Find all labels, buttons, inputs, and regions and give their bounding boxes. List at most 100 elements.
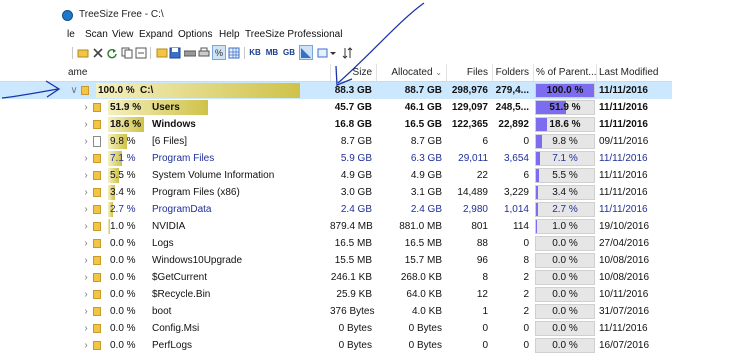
drive-icon[interactable] bbox=[183, 45, 197, 60]
expand-chevron-icon[interactable]: › bbox=[81, 116, 91, 133]
tree-row[interactable]: › 3.4 % Program Files (x86) 3.0 GB 3.1 GB 14,… bbox=[0, 184, 672, 201]
menu-view[interactable]: View bbox=[112, 29, 134, 40]
expand-chevron-icon[interactable]: › bbox=[81, 218, 91, 235]
row-name[interactable]: Program Files (x86) bbox=[152, 184, 330, 201]
row-name[interactable]: System Volume Information bbox=[152, 167, 330, 184]
row-name[interactable]: Config.Msi bbox=[152, 320, 330, 337]
column-folders-header[interactable]: Folders bbox=[492, 64, 533, 81]
tree-row[interactable]: › 0.0 % $GetCurrent 246.1 KB 268.0 KB 8 2 0.0 %… bbox=[0, 269, 672, 286]
print-icon[interactable] bbox=[197, 45, 211, 60]
column-name-header[interactable]: ame bbox=[68, 64, 328, 81]
menu-help[interactable]: Help bbox=[219, 29, 240, 40]
sort-order-icon[interactable] bbox=[341, 45, 355, 60]
menu-scan[interactable]: Scan bbox=[85, 29, 108, 40]
tree-row[interactable]: › 0.0 % PerfLogs 0 Bytes 0 Bytes 0 0 0.0 % 16/07… bbox=[0, 337, 672, 354]
expand-chevron-icon[interactable]: › bbox=[81, 337, 91, 354]
menu-file[interactable]: le bbox=[67, 29, 75, 40]
scan-drive-icon[interactable] bbox=[76, 45, 90, 60]
column-allocated-header[interactable]: Allocated ⌄ bbox=[376, 64, 446, 81]
row-folders: 22,892 bbox=[498, 119, 529, 130]
tree-row[interactable]: › 7.1 % Program Files 5.9 GB 6.3 GB 29,011 3,6… bbox=[0, 150, 672, 167]
column-divider[interactable] bbox=[533, 64, 534, 81]
row-name[interactable]: NVIDIA bbox=[152, 218, 330, 235]
collapse-tree-icon[interactable] bbox=[134, 45, 148, 60]
row-name[interactable]: Logs bbox=[152, 235, 330, 252]
delete-icon[interactable] bbox=[91, 45, 105, 60]
row-name[interactable]: C:\ bbox=[140, 82, 330, 99]
expand-chevron-icon[interactable]: › bbox=[81, 320, 91, 337]
parent-percent-bar: 0.0 % bbox=[535, 338, 595, 353]
tree-row[interactable]: › 51.9 % Users 45.7 GB 46.1 GB 129,097 248,5..… bbox=[0, 99, 672, 116]
column-files-header[interactable]: Files bbox=[446, 64, 492, 81]
row-size: 4.9 GB bbox=[340, 170, 372, 181]
expand-chevron-icon[interactable]: › bbox=[81, 201, 91, 218]
row-allocated: 16.5 GB bbox=[404, 119, 442, 130]
tree-row[interactable]: › 0.0 % $Recycle.Bin 25.9 KB 64.0 KB 12 2 0.0 %… bbox=[0, 286, 672, 303]
row-name[interactable]: boot bbox=[152, 303, 330, 320]
toolbar-separator bbox=[150, 47, 151, 59]
expand-chevron-icon[interactable]: › bbox=[81, 252, 91, 269]
column-size-header[interactable]: Size bbox=[330, 64, 376, 81]
tree-row[interactable]: › 1.0 % NVIDIA 879.4 MB 881.0 MB 801 114 1.0 % 1… bbox=[0, 218, 672, 235]
folder-view-icon[interactable] bbox=[155, 45, 169, 60]
menu-options[interactable]: Options bbox=[178, 29, 212, 40]
expand-chevron-icon[interactable]: › bbox=[81, 133, 91, 150]
column-parent-header[interactable]: % of Parent... bbox=[536, 64, 597, 81]
expand-chevron-icon[interactable]: › bbox=[81, 150, 91, 167]
folder-icon bbox=[93, 290, 101, 299]
row-name[interactable]: Windows bbox=[152, 116, 330, 133]
expand-chevron-icon[interactable]: › bbox=[81, 286, 91, 303]
row-percent: 9.8 % bbox=[110, 136, 136, 147]
row-folders: 0 bbox=[523, 323, 529, 334]
column-divider[interactable] bbox=[596, 64, 597, 81]
row-name[interactable]: [6 Files] bbox=[152, 133, 330, 150]
folder-icon bbox=[93, 154, 101, 163]
row-name[interactable]: Program Files bbox=[152, 150, 330, 167]
expand-chevron-icon[interactable]: › bbox=[81, 167, 91, 184]
collapse-chevron-icon[interactable]: ∨ bbox=[69, 82, 79, 99]
column-modified-header[interactable]: Last Modified bbox=[599, 64, 672, 81]
expand-chevron-icon[interactable]: › bbox=[81, 269, 91, 286]
sort-view-icon[interactable] bbox=[299, 45, 313, 60]
expand-chevron-icon[interactable]: › bbox=[81, 99, 91, 116]
tree-row[interactable]: › 0.0 % Windows10Upgrade 15.5 MB 15.7 MB 96 8 0… bbox=[0, 252, 672, 269]
expand-chevron-icon[interactable]: › bbox=[81, 303, 91, 320]
row-size: 0 Bytes bbox=[338, 340, 372, 351]
expand-chevron-icon[interactable]: › bbox=[81, 184, 91, 201]
row-files: 14,489 bbox=[457, 187, 488, 198]
parent-percent-text: 0.0 % bbox=[552, 289, 578, 300]
menu-treesize-professional[interactable]: TreeSize Professional bbox=[245, 29, 342, 40]
row-name[interactable]: ProgramData bbox=[152, 201, 330, 218]
save-icon[interactable] bbox=[168, 45, 182, 60]
row-files: 2,980 bbox=[462, 204, 488, 215]
row-name[interactable]: Users bbox=[152, 99, 330, 116]
tree-row[interactable]: › 0.0 % boot 376 Bytes 4.0 KB 1 2 0.0 % 31/07/20… bbox=[0, 303, 672, 320]
grid-view-icon[interactable] bbox=[227, 45, 241, 60]
unit-mb-button[interactable]: MB bbox=[265, 45, 279, 60]
percent-view-button[interactable]: % bbox=[212, 45, 226, 60]
row-name[interactable]: PerfLogs bbox=[152, 337, 330, 354]
tree-row[interactable]: › 0.0 % Logs 16.5 MB 16.5 MB 88 0 0.0 % 27/04/20… bbox=[0, 235, 672, 252]
row-modified: 10/08/2016 bbox=[599, 272, 650, 283]
menu-expand[interactable]: Expand bbox=[139, 29, 173, 40]
row-name[interactable]: $Recycle.Bin bbox=[152, 286, 330, 303]
row-size: 0 Bytes bbox=[338, 323, 372, 334]
tree-row[interactable]: › 2.7 % ProgramData 2.4 GB 2.4 GB 2,980 1,014 2… bbox=[0, 201, 672, 218]
copy-icon[interactable] bbox=[120, 45, 134, 60]
tree-row-root[interactable]: ∨ 100.0 % C:\ 88.3 GB 88.7 GB 298,976 279,4...… bbox=[0, 82, 672, 99]
row-name[interactable]: $GetCurrent bbox=[152, 269, 330, 286]
expand-chevron-icon[interactable]: › bbox=[81, 235, 91, 252]
row-percent: 1.0 % bbox=[110, 221, 136, 232]
row-percent: 0.0 % bbox=[110, 306, 136, 317]
unit-gb-button[interactable]: GB bbox=[282, 45, 296, 60]
tree-row[interactable]: › 9.8 % [6 Files] 8.7 GB 8.7 GB 6 0 9.8 % 09/11/… bbox=[0, 133, 672, 150]
parent-percent-bar: 5.5 % bbox=[535, 168, 595, 183]
view-mode-dropdown[interactable] bbox=[316, 45, 338, 60]
tree-row[interactable]: › 5.5 % System Volume Information 4.9 GB 4.9… bbox=[0, 167, 672, 184]
refresh-icon[interactable] bbox=[105, 45, 119, 60]
row-name[interactable]: Windows10Upgrade bbox=[152, 252, 330, 269]
tree-row[interactable]: › 18.6 % Windows 16.8 GB 16.5 GB 122,365 22,89… bbox=[0, 116, 672, 133]
unit-kb-button[interactable]: KB bbox=[248, 45, 262, 60]
tree-row[interactable]: › 0.0 % Config.Msi 0 Bytes 0 Bytes 0 0 0.0 % 11/… bbox=[0, 320, 672, 337]
row-files: 6 bbox=[482, 136, 488, 147]
